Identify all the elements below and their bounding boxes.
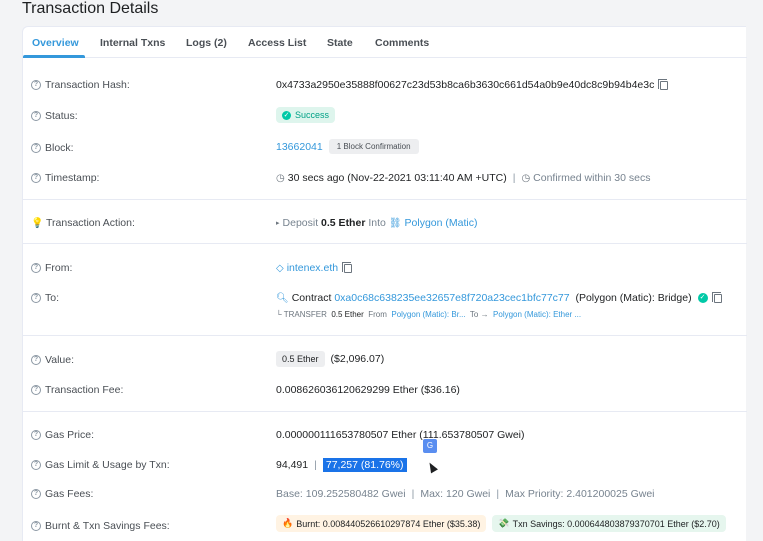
mouse-cursor-icon [426, 460, 438, 474]
fire-icon: 🔥 [282, 518, 294, 528]
tab-access-list[interactable]: Access List [248, 37, 306, 49]
tab-overview[interactable]: Overview [32, 37, 79, 49]
timestamp-label: ? Timestamp: [31, 172, 99, 184]
ens-icon: ◇ [276, 262, 284, 274]
question-icon: ? [31, 143, 41, 153]
translate-icon[interactable]: G [423, 439, 437, 453]
action-value: ▸ Deposit 0.5 Ether Into ⛓ Polygon (Mati… [276, 217, 478, 229]
burnt-badge: 🔥 Burnt: 0.008440526610297874 Ether ($35… [276, 515, 487, 532]
to-label: ? To: [31, 292, 59, 304]
from-label: ? From: [31, 262, 72, 274]
value-label: ? Value: [31, 354, 74, 366]
separator: | [314, 459, 317, 471]
action-label: 💡 Transaction Action: [31, 217, 135, 229]
lightbulb-icon: 💡 [31, 217, 44, 229]
block-value: 13662041 1 Block Confirmation [276, 139, 419, 154]
tab-internal-txns[interactable]: Internal Txns [100, 37, 165, 49]
divider [23, 411, 747, 412]
question-icon: ? [31, 173, 41, 183]
fee-label: ? Transaction Fee: [31, 384, 123, 396]
fee-value: 0.008626036120629299 Ether ($36.16) [276, 384, 460, 396]
block-confirmation-badge: 1 Block Confirmation [328, 139, 419, 154]
transfer-line: └ TRANSFER 0.5 Ether From Polygon (Matic… [276, 310, 582, 319]
from-address-link[interactable]: intenex.eth [287, 262, 338, 274]
gas-limit-label: ? Gas Limit & Usage by Txn: [31, 459, 170, 471]
timestamp-value: ◷ 30 secs ago (Nov-22-2021 03:11:40 AM +… [276, 172, 651, 184]
selected-gas-usage[interactable]: 77,257 (81.76%) [322, 458, 407, 472]
copy-icon[interactable] [711, 291, 722, 303]
timer-icon: ◷ [521, 172, 531, 184]
divider [23, 243, 747, 244]
caret-right-icon: ▸ [276, 220, 280, 227]
to-contract-link[interactable]: 0xa0c68c638235ee32657e8f720a23cec1bfc77c… [334, 292, 569, 304]
gas-price-label: ? Gas Price: [31, 429, 94, 441]
search-icon: 🔍︎ [276, 292, 289, 304]
divider [23, 199, 747, 200]
gas-fees-label: ? Gas Fees: [31, 488, 93, 500]
gas-price-value: 0.000000111653780507 Ether (111.65378050… [276, 429, 525, 441]
divider [23, 335, 747, 336]
transaction-details-card: Overview Internal Txns Logs (2) Access L… [22, 26, 747, 541]
copy-icon[interactable] [658, 78, 669, 90]
question-icon: ? [31, 293, 41, 303]
burnt-label: ? Burnt & Txn Savings Fees: [31, 520, 170, 532]
separator: | [496, 488, 500, 500]
question-icon: ? [31, 355, 41, 365]
question-icon: ? [31, 460, 41, 470]
active-tab-indicator [23, 55, 85, 58]
savings-badge: 💸 Txn Savings: 0.000644803879370701 Ethe… [492, 515, 726, 532]
action-target-link[interactable]: Polygon (Matic) [405, 217, 478, 229]
question-icon: ? [31, 489, 41, 499]
hash-label: ? Transaction Hash: [31, 79, 130, 91]
question-icon: ? [31, 111, 41, 121]
block-label: ? Block: [31, 142, 74, 154]
question-icon: ? [31, 521, 41, 531]
from-value: ◇ intenex.eth [276, 261, 353, 274]
gas-fees-value: Base: 109.252580482 Gwei | Max: 120 Gwei… [276, 488, 655, 500]
value-badge: 0.5 Ether [276, 351, 325, 367]
question-icon: ? [31, 80, 41, 90]
status-label: ? Status: [31, 110, 78, 122]
transfer-to-link[interactable]: Polygon (Matic): Ether ... [493, 310, 581, 319]
status-value: ✓ Success [276, 107, 336, 123]
status-badge: ✓ Success [276, 107, 336, 123]
burnt-value: 🔥 Burnt: 0.008440526610297874 Ether ($35… [276, 515, 726, 532]
block-link[interactable]: 13662041 [276, 141, 323, 153]
tab-state[interactable]: State [327, 37, 353, 49]
question-icon: ? [31, 430, 41, 440]
tab-comments[interactable]: Comments [375, 37, 429, 49]
separator: | [411, 488, 415, 500]
hash-value: 0x4733a2950e35888f00627c23d53b8ca6b3630c… [276, 78, 669, 91]
tab-bar: Overview Internal Txns Logs (2) Access L… [23, 27, 747, 58]
verified-check-icon: ✓ [697, 293, 708, 303]
page-title: Transaction Details [22, 0, 159, 17]
tab-logs[interactable]: Logs (2) [186, 37, 227, 49]
value-value: 0.5 Ether ($2,096.07) [276, 351, 384, 367]
check-icon: ✓ [282, 110, 291, 120]
question-icon: ? [31, 263, 41, 273]
copy-icon[interactable] [342, 261, 353, 273]
link-icon: ⛓ [388, 217, 402, 229]
money-icon: 💸 [498, 518, 510, 528]
separator: | [512, 172, 516, 184]
question-icon: ? [31, 385, 41, 395]
transfer-from-link[interactable]: Polygon (Matic): Br... [391, 310, 465, 319]
clock-icon: ◷ [276, 172, 285, 184]
gas-limit-value: 94,491 | 77,257 (81.76%) [276, 458, 407, 472]
to-value: 🔍︎ Contract 0xa0c68c638235ee32657e8f720a… [276, 291, 722, 304]
